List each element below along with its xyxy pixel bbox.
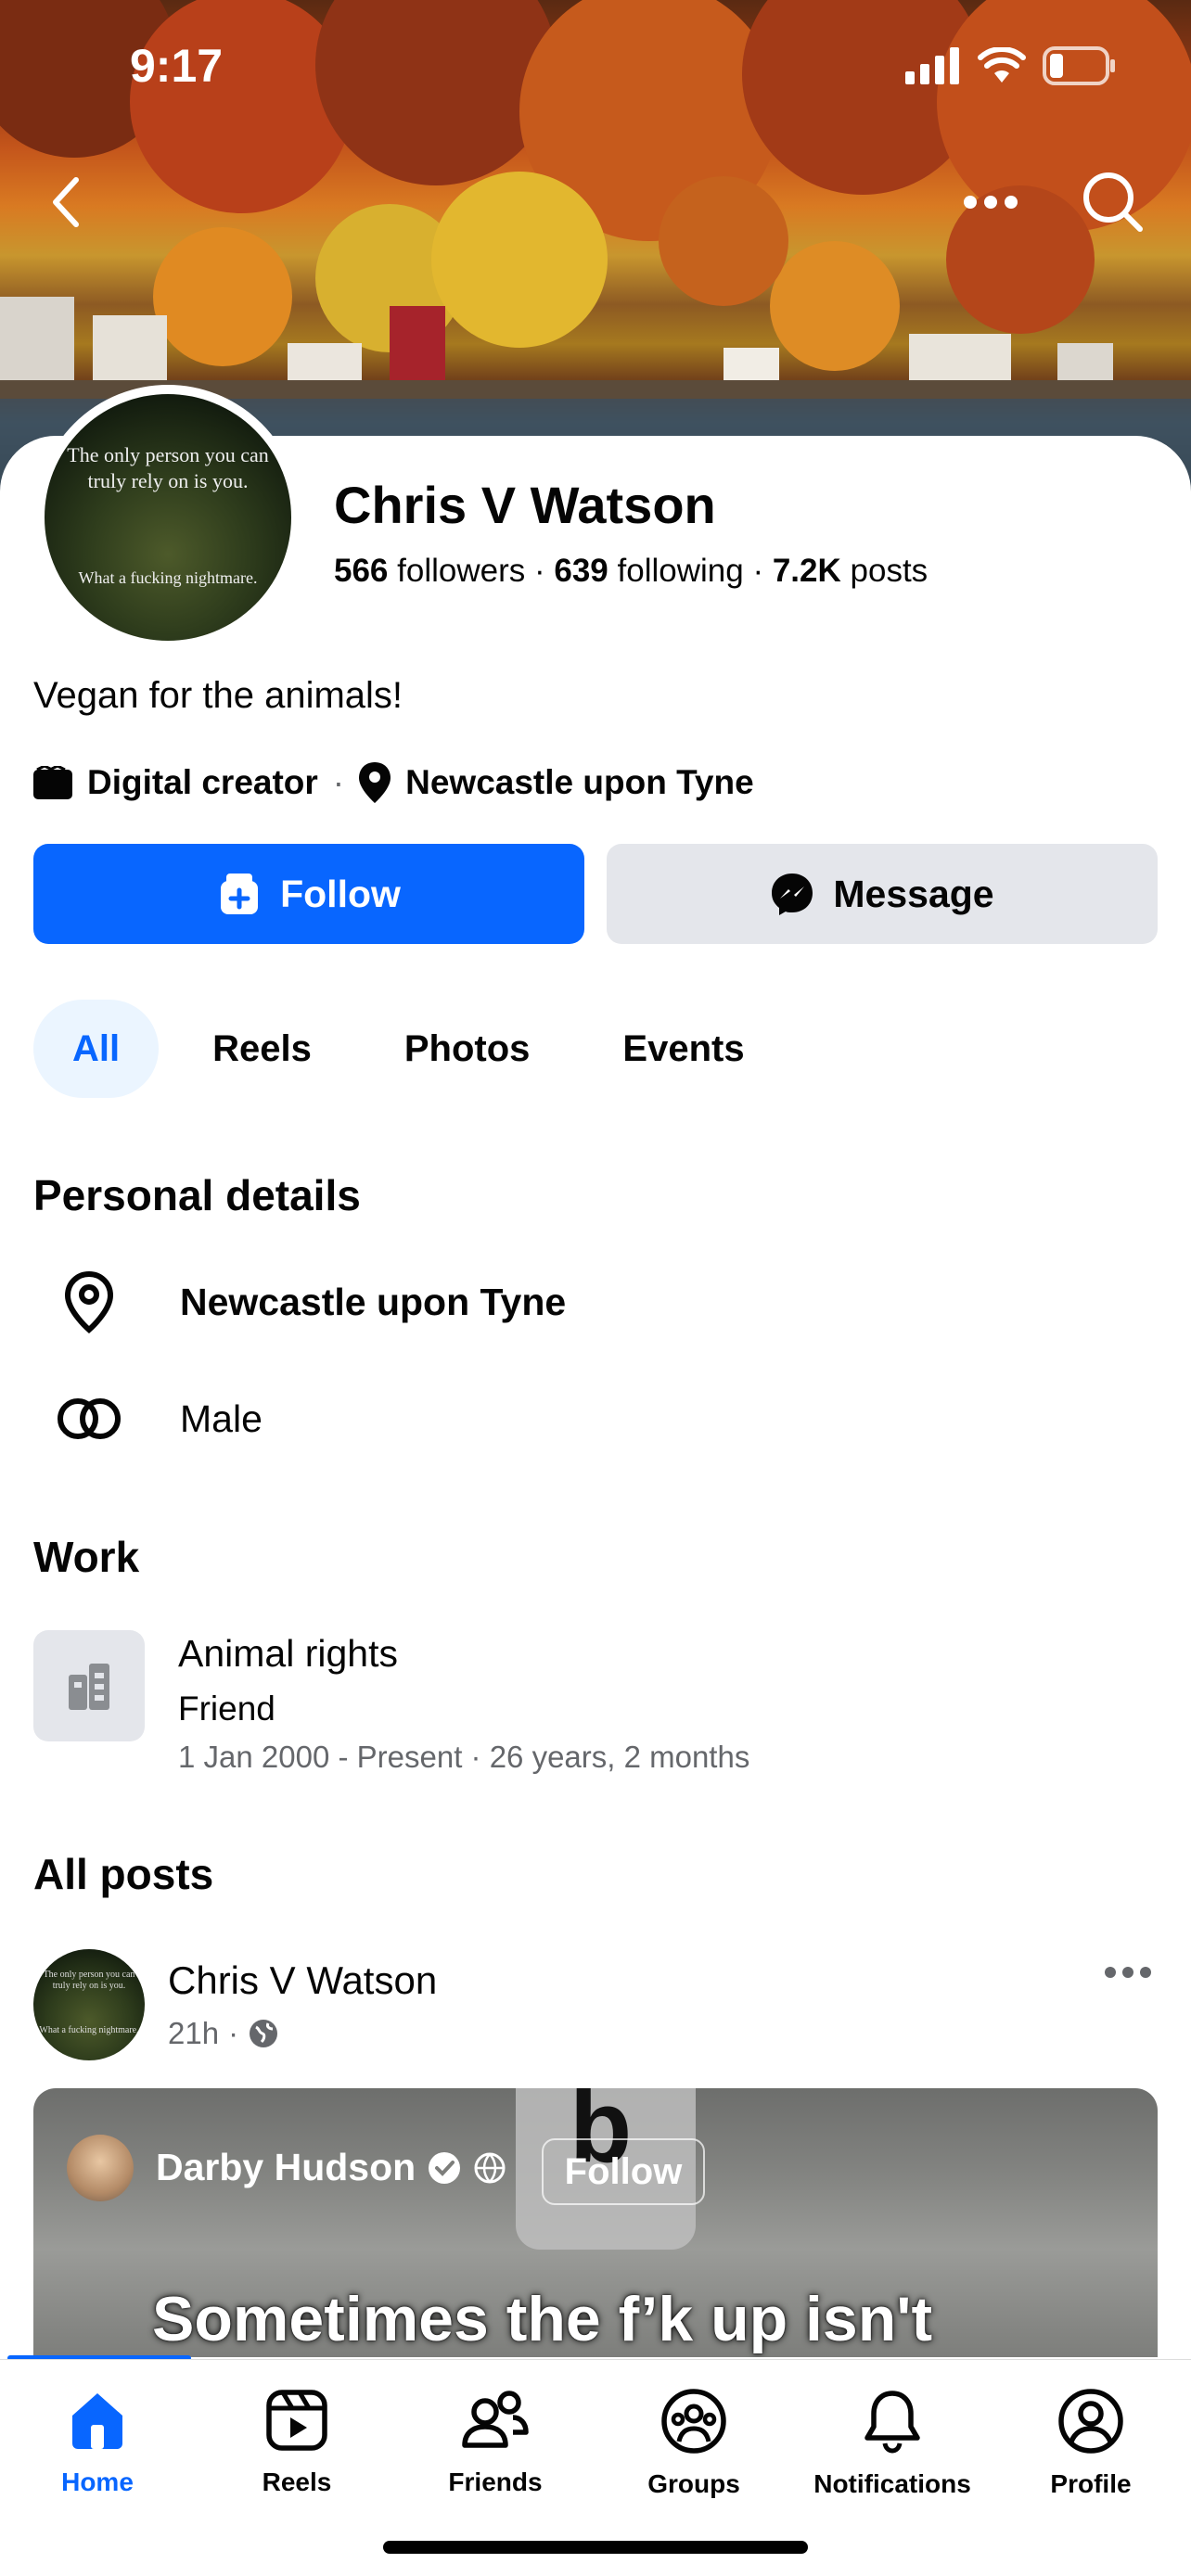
video-creator-name[interactable]: Darby Hudson xyxy=(156,2146,416,2189)
back-button[interactable] xyxy=(30,165,104,239)
profile-tabs: All Reels Photos Events xyxy=(33,1000,799,1098)
signal-icon xyxy=(905,47,959,84)
profile-bio: Vegan for the animals! xyxy=(33,675,403,716)
reels-icon xyxy=(266,2390,327,2451)
detail-location: Newcastle upon Tyne xyxy=(33,1270,566,1333)
nav-profile-label: Profile xyxy=(1050,2469,1132,2498)
building-icon xyxy=(69,1664,109,1710)
separator-dot: · xyxy=(752,553,773,589)
nav-groups[interactable]: Groups xyxy=(610,2388,777,2499)
status-bar: 9:17 xyxy=(0,0,1191,139)
nav-reels[interactable]: Reels xyxy=(213,2388,380,2497)
clapperboard-icon xyxy=(33,766,72,799)
profile-icon xyxy=(1058,2389,1123,2454)
status-time: 9:17 xyxy=(130,40,224,92)
nav-friends-label: Friends xyxy=(448,2468,543,2496)
posts-label: posts xyxy=(850,553,928,589)
detail-location-text[interactable]: Newcastle upon Tyne xyxy=(180,1281,566,1324)
globe-icon xyxy=(250,2020,278,2047)
message-button[interactable]: Message xyxy=(607,844,1158,944)
post-meta: 21h · xyxy=(168,2016,279,2051)
video-caption: Sometimes the f’k up isn't xyxy=(152,2284,933,2354)
search-button[interactable] xyxy=(1076,165,1150,239)
tab-all[interactable]: All xyxy=(33,1000,160,1098)
post-author-avatar[interactable]: The only person you can truly rely on is… xyxy=(33,1949,145,2060)
avatar-quote-bottom: What a fucking nightmare. xyxy=(78,568,258,587)
home-icon xyxy=(72,2393,122,2449)
status-icons xyxy=(905,46,1117,85)
work-org-icon xyxy=(33,1630,145,1741)
post-avatar-quote-top: The only person you can truly rely on is… xyxy=(43,1970,135,1991)
bell-icon xyxy=(864,2391,920,2454)
post-avatar-quote-bottom: What a fucking nightmare. xyxy=(39,2025,139,2035)
profile-stats: 566 followers · 639 following · 7.2K pos… xyxy=(334,553,928,590)
avatar-quote-top: The only person you can truly rely on is… xyxy=(67,443,269,492)
location-pin-outline-icon xyxy=(64,1270,114,1333)
home-indicator xyxy=(383,2541,808,2554)
follow-button[interactable]: Follow xyxy=(33,844,584,944)
gender-icon xyxy=(58,1398,121,1439)
profile-meta: Digital creator · Newcastle upon Tyne xyxy=(33,762,754,803)
following-link[interactable]: 639 following xyxy=(554,553,743,589)
location-text[interactable]: Newcastle upon Tyne xyxy=(405,763,754,802)
separator-dot: · xyxy=(228,2016,239,2050)
globe-icon xyxy=(474,2152,506,2183)
work-heading: Work xyxy=(33,1533,140,1581)
more-options-button[interactable] xyxy=(954,165,1028,239)
nav-notifications[interactable]: Notifications xyxy=(809,2388,976,2499)
separator-dot: · xyxy=(533,553,555,589)
message-label: Message xyxy=(833,872,994,915)
messenger-icon xyxy=(772,874,813,915)
wifi-icon xyxy=(978,47,1026,83)
tab-events[interactable]: Events xyxy=(583,1000,783,1098)
followers-link[interactable]: 566 followers xyxy=(334,553,525,589)
followers-label: followers xyxy=(397,553,526,589)
profile-name: Chris V Watson xyxy=(334,476,716,534)
video-creator-row: Darby Hudson xyxy=(156,2146,506,2189)
video-creator-avatar[interactable] xyxy=(67,2135,134,2201)
following-count: 639 xyxy=(554,553,608,589)
nav-notifications-label: Notifications xyxy=(813,2469,971,2498)
nav-profile[interactable]: Profile xyxy=(1007,2388,1174,2499)
posts-count: 7.2K xyxy=(772,553,841,589)
work-org[interactable]: Animal rights xyxy=(178,1632,398,1676)
detail-gender: Male xyxy=(33,1396,263,1441)
followers-count: 566 xyxy=(334,553,389,589)
follow-add-icon xyxy=(221,874,259,914)
location-pin-icon xyxy=(359,762,391,803)
post-video[interactable]: b Darby Hudson Follow Sometimes the f’k … xyxy=(33,2088,1158,2357)
separator-dot: · xyxy=(332,763,345,801)
nav-groups-label: Groups xyxy=(647,2469,740,2498)
all-posts-heading: All posts xyxy=(33,1850,214,1898)
video-follow-button[interactable]: Follow xyxy=(542,2138,705,2205)
more-horizontal-icon xyxy=(964,196,1018,209)
tab-photos[interactable]: Photos xyxy=(365,1000,570,1098)
post-time: 21h xyxy=(168,2016,220,2050)
nav-reels-label: Reels xyxy=(262,2468,332,2496)
posts-stat: 7.2K posts xyxy=(773,553,928,589)
verified-badge-icon xyxy=(429,2151,461,2184)
work-role: Friend xyxy=(178,1690,275,1728)
search-icon xyxy=(1083,172,1143,232)
nav-home-label: Home xyxy=(61,2468,134,2496)
nav-friends[interactable]: Friends xyxy=(412,2388,579,2497)
personal-details-heading: Personal details xyxy=(33,1171,361,1219)
chevron-left-icon xyxy=(53,177,79,227)
tab-reels[interactable]: Reels xyxy=(173,1000,351,1098)
detail-gender-text: Male xyxy=(180,1396,263,1440)
following-label: following xyxy=(617,553,744,589)
groups-icon xyxy=(661,2389,726,2454)
friends-icon xyxy=(462,2391,529,2448)
more-horizontal-icon xyxy=(1105,1967,1151,1978)
category-text: Digital creator xyxy=(87,763,318,801)
profile-avatar[interactable]: The only person you can truly rely on is… xyxy=(35,385,301,650)
nav-home[interactable]: Home xyxy=(14,2388,181,2497)
work-dates: 1 Jan 2000 - Present · 26 years, 2 month… xyxy=(178,1740,750,1774)
post-more-button[interactable] xyxy=(1104,1966,1152,1983)
follow-label: Follow xyxy=(280,872,401,915)
post-author-name[interactable]: Chris V Watson xyxy=(168,1958,437,2003)
battery-icon xyxy=(1043,46,1115,85)
